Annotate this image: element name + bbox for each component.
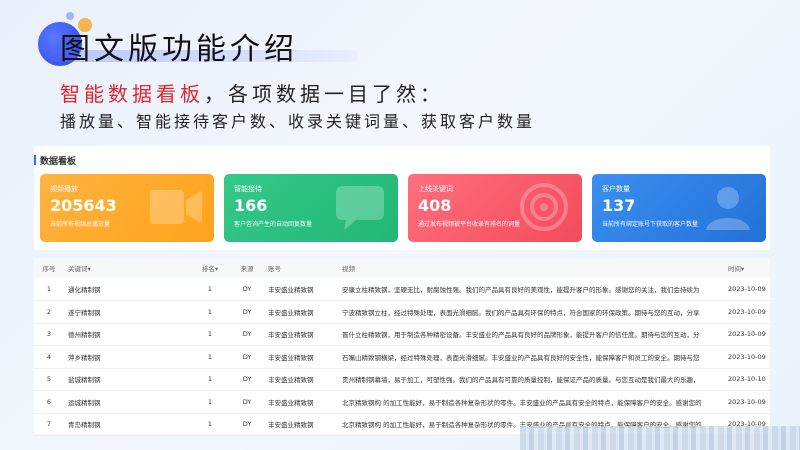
cell-rank: 1 — [207, 375, 213, 384]
header-account: 账号 — [268, 265, 281, 273]
header-keyword[interactable]: 关键词▾ — [64, 258, 190, 278]
cell-index: 5 — [46, 375, 52, 384]
card-value: 166 — [234, 196, 268, 215]
card-note: 客户咨询产生的自动回复数量 — [234, 221, 313, 228]
table-row[interactable]: 3 德州精制钢 1 DY 丰安盛业精致钢 晋什立柱精致钢，用于制造各种精密设备。丰安盛业的… — [34, 323, 770, 346]
city-skyline-decor — [520, 426, 800, 450]
play-icon — [150, 190, 202, 224]
chat-icon — [336, 186, 384, 230]
cell-video: 北京精致钢构 的加工性能好，易于制造各种复杂形状的零件。丰安盛业的产品具有安全的… — [342, 398, 702, 407]
cell-time: 2023-10-09 — [728, 285, 766, 293]
card-smart-reception[interactable]: 智能接待 166 客户咨询产生的自动回复数量 — [224, 174, 398, 242]
cell-index: 6 — [46, 397, 52, 406]
cell-source: DY — [242, 285, 252, 293]
cell-rank: 1 — [207, 397, 213, 406]
cell-keyword: 盐城精制钢 — [68, 376, 101, 385]
cell-index: 4 — [46, 352, 52, 361]
card-customers[interactable]: 客户数量 137 当前所有绑定账号下获取的客户数量 — [592, 174, 766, 242]
cell-source: DY — [242, 397, 252, 406]
cell-account: 丰安盛业精致钢 — [268, 353, 314, 362]
card-keywords[interactable]: 上线关键词 408 通过发布视频被平台收录有排名的词量 — [408, 174, 582, 242]
dashboard-title: 数据看板 — [33, 154, 76, 167]
card-note: 当前所有绑定账号下获取的客户数量 — [602, 221, 699, 228]
table-header-row: 序号 关键词▾ 排名▾ 来源 账号 视频 时间▾ — [34, 258, 770, 278]
cell-rank: 1 — [207, 330, 213, 339]
cell-account: 丰安盛业精致钢 — [268, 398, 314, 407]
cell-account: 丰安盛业精致钢 — [268, 421, 314, 430]
cell-rank: 1 — [207, 420, 213, 429]
cell-video: 安康立柱精致钢，坚硬无比，耐腐蚀性强。我们的产品具有良好的美观性，能提升客户的形… — [342, 286, 700, 294]
header-video: 视频 — [342, 265, 355, 273]
cell-keyword: 德州精制钢 — [68, 331, 101, 340]
keyword-table: 序号 关键词▾ 排名▾ 来源 账号 视频 时间▾ 1 通化精制钢 1 DY 丰安盛业精致… — [34, 258, 770, 436]
cell-source: DY — [242, 420, 252, 429]
cell-time: 2023-10-09 — [728, 352, 766, 361]
cell-video: 贵州精制钢幕墙，易于加工，可塑性强。我们的产品具有可靠的质量控制，能保证产品的质… — [342, 376, 700, 385]
cell-index: 3 — [46, 330, 52, 339]
cell-rank: 1 — [207, 352, 213, 361]
cell-account: 丰安盛业精致钢 — [268, 376, 314, 385]
header-time[interactable]: 时间▾ — [724, 258, 770, 278]
card-label: 智能接待 — [234, 185, 262, 193]
decor-dot — [66, 12, 74, 20]
card-label: 上线关键词 — [418, 185, 453, 193]
card-value: 137 — [602, 196, 636, 215]
header-index: 序号 — [42, 265, 56, 273]
card-label: 视频播放 — [50, 185, 78, 193]
cell-account: 丰安盛业精致钢 — [268, 331, 314, 340]
feature-description: 播放量、智能接待客户数、收录关键词量、获取客户数量 — [60, 112, 536, 131]
table-row[interactable]: 1 通化精制钢 1 DY 丰安盛业精致钢 安康立柱精致钢，坚硬无比，耐腐蚀性强。我们的产品… — [34, 278, 770, 301]
cell-account: 丰安盛业精致钢 — [268, 308, 314, 317]
card-value: 408 — [418, 196, 452, 215]
cell-video: 宁波精致钢立柱，经过特殊处理，表面光滑细腻。我们的产品具有环保的特点，符合国家的… — [342, 308, 700, 317]
subtitle-rest: ，各项数据一目了然： — [204, 82, 444, 106]
cell-time: 2023-10-10 — [728, 375, 766, 384]
cell-index: 7 — [46, 420, 52, 429]
cell-index: 2 — [46, 307, 52, 316]
subtitle: 智能数据看板，各项数据一目了然： — [60, 78, 444, 107]
cell-source: DY — [242, 375, 252, 384]
cell-keyword: 运城精制钢 — [68, 398, 101, 407]
user-icon — [706, 187, 750, 230]
table-row[interactable]: 5 盐城精制钢 1 DY 丰安盛业精致钢 贵州精制钢幕墙，易于加工，可塑性强。我们的产品具… — [34, 368, 770, 391]
target-icon — [520, 183, 568, 231]
cell-time: 2023-10-09 — [728, 397, 766, 406]
subtitle-highlight: 智能数据看板 — [60, 82, 204, 106]
card-note: 当前所有视频总播放量 — [50, 221, 111, 228]
card-label: 客户数量 — [602, 185, 630, 193]
cell-keyword: 通化精制钢 — [68, 286, 101, 294]
cell-index: 1 — [46, 285, 52, 293]
table-row[interactable]: 6 运城精制钢 1 DY 丰安盛业精致钢 北京精致钢构 的加工性能好，易于制造各种复杂形状… — [34, 391, 770, 413]
header-source: 来源 — [240, 265, 254, 273]
page-title: 图文版功能介绍 — [60, 32, 298, 67]
cell-rank: 1 — [207, 307, 213, 316]
cell-video: 晋什立柱精致钢，用于制造各种精密设备。丰安盛业的产品具有良好的品牌形象，能提升客… — [342, 331, 700, 340]
cell-account: 丰安盛业精致钢 — [268, 286, 314, 294]
card-video-plays[interactable]: 视频播放 205643 当前所有视频总播放量 — [40, 174, 214, 242]
cell-keyword: 萍乡精制钢 — [68, 353, 101, 362]
dashboard-panel: 数据看板 视频播放 205643 当前所有视频总播放量 智能接待 166 客户咨… — [33, 146, 770, 250]
table-row[interactable]: 2 遂宁精制钢 1 DY 丰安盛业精致钢 宁波精致钢立柱，经过特殊处理，表面光滑细腻。我们… — [34, 301, 770, 323]
cell-keyword: 青岛精制钢 — [68, 421, 101, 430]
cell-source: DY — [242, 352, 252, 361]
card-value: 205643 — [50, 196, 117, 215]
cell-video: 石嘴山精致钢横梁，经过特殊处理，表面光滑细腻。丰安盛业的产品具有良好的安全性，能… — [342, 353, 700, 362]
header-rank[interactable]: 排名▾ — [190, 258, 230, 278]
cell-source: DY — [242, 307, 252, 316]
cell-source: DY — [242, 330, 252, 339]
cell-time: 2023-10-09 — [728, 307, 766, 316]
cell-keyword: 遂宁精制钢 — [68, 308, 101, 317]
card-note: 通过发布视频被平台收录有排名的词量 — [418, 221, 521, 228]
cell-time: 2023-10-09 — [728, 330, 766, 339]
table-row[interactable]: 4 萍乡精制钢 1 DY 丰安盛业精致钢 石嘴山精致钢横梁，经过特殊处理，表面光滑细腻。丰… — [34, 346, 770, 368]
cell-rank: 1 — [207, 285, 213, 293]
